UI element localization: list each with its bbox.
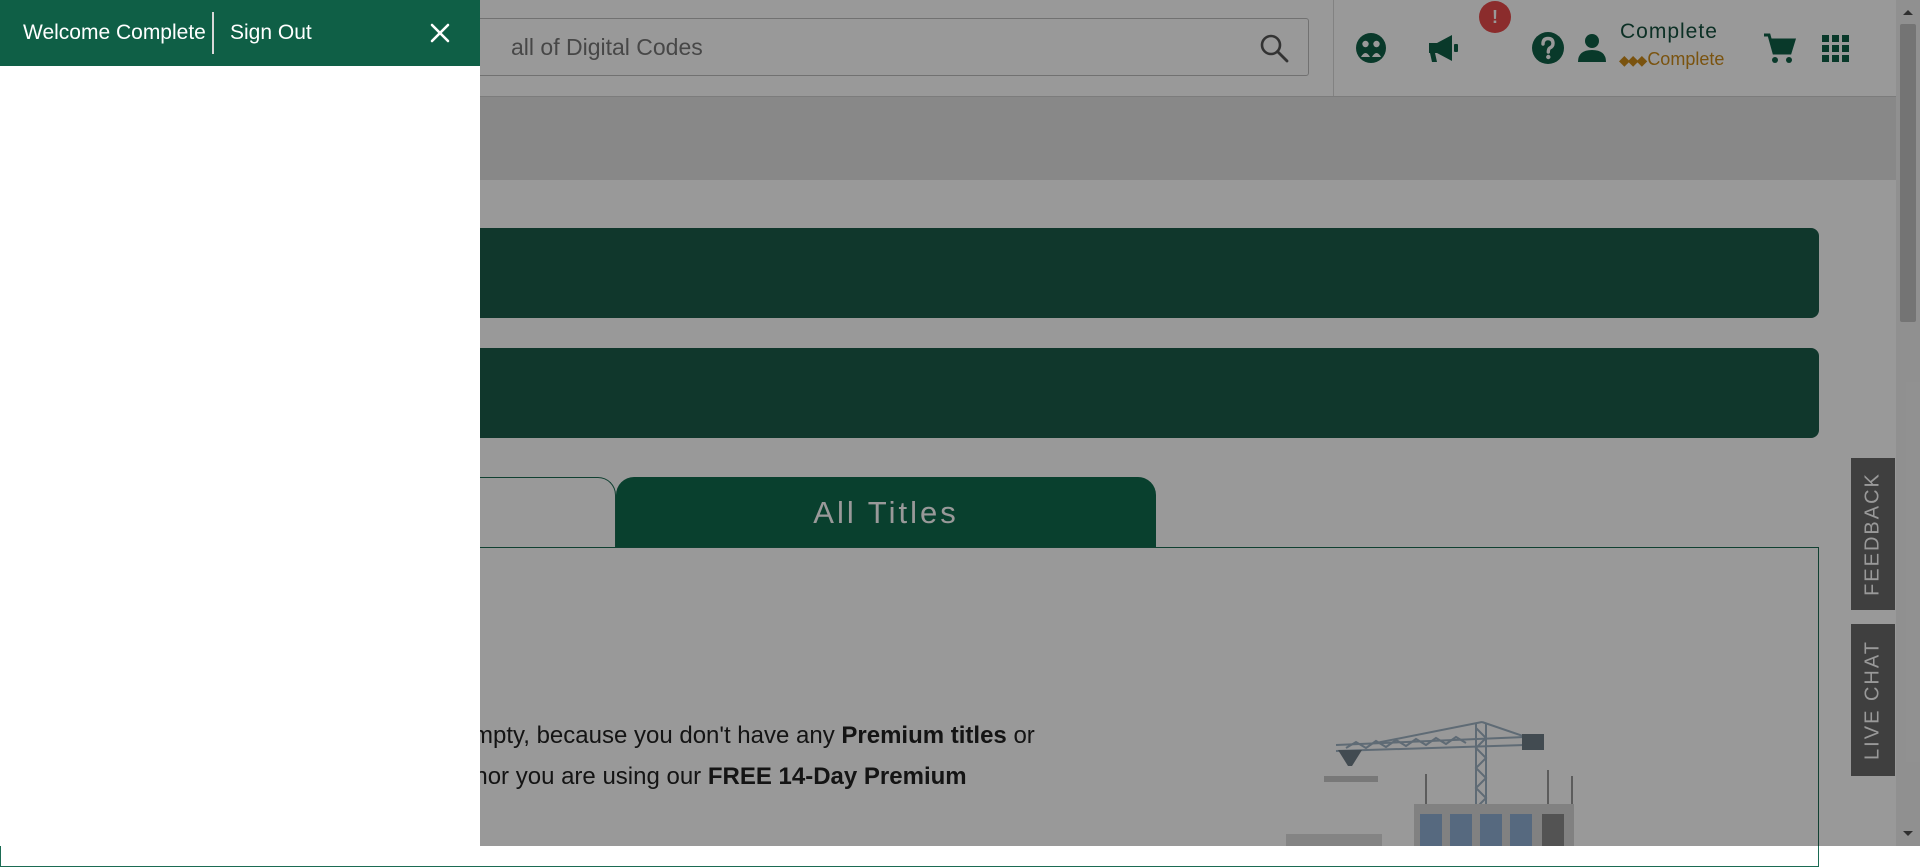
sign-out-link[interactable]: Sign Out [230, 21, 312, 45]
close-icon[interactable] [428, 21, 452, 45]
drawer-header: Welcome Complete Sign Out [0, 0, 480, 66]
side-drawer: Welcome Complete Sign Out [0, 0, 480, 846]
drawer-divider [212, 12, 214, 54]
drawer-welcome-text: Welcome Complete [23, 21, 206, 44]
